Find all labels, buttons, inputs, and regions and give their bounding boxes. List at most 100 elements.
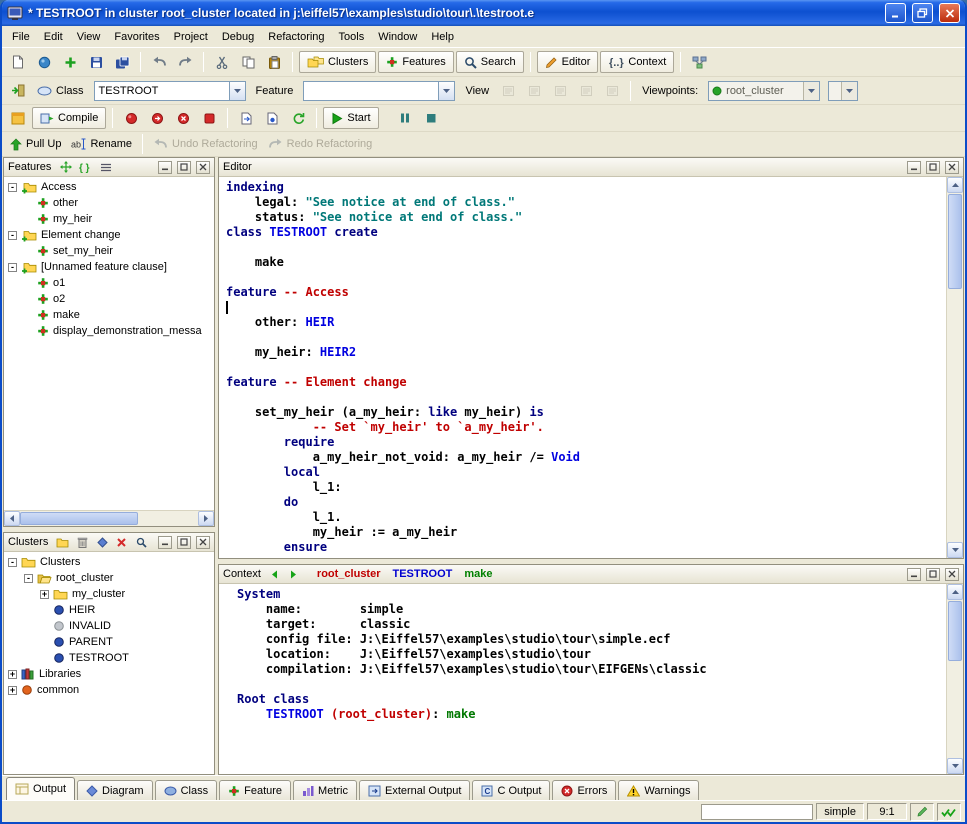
- editor-minimize-button[interactable]: [907, 161, 921, 174]
- project-settings-button[interactable]: [6, 107, 30, 129]
- tree-node-display-demonstration-messa[interactable]: display_demonstration_messa: [4, 323, 214, 339]
- tab-c-output[interactable]: CC Output: [472, 780, 550, 800]
- tab-metric[interactable]: Metric: [293, 780, 357, 800]
- clusters-remove-button[interactable]: [74, 535, 91, 550]
- context-code[interactable]: System name: simple target: classic conf…: [219, 584, 946, 774]
- viewpoints-extra-combo[interactable]: [828, 81, 858, 101]
- tab-warnings[interactable]: Warnings: [618, 780, 699, 800]
- freeze-button[interactable]: [145, 107, 169, 129]
- clusters-toggle-button[interactable]: Clusters: [299, 51, 376, 73]
- clusters-delete-button[interactable]: [114, 535, 131, 550]
- editable-indicator[interactable]: [910, 803, 934, 821]
- tab-class[interactable]: Class: [155, 780, 218, 800]
- clusters-properties-button[interactable]: [94, 535, 111, 550]
- scrollbar-thumb[interactable]: [948, 194, 962, 289]
- collapse-icon[interactable]: -: [24, 574, 33, 583]
- cut-button[interactable]: [210, 51, 234, 73]
- cancel-compilation-button[interactable]: [197, 107, 221, 129]
- copy-button[interactable]: [236, 51, 260, 73]
- clusters-add-button[interactable]: [54, 535, 71, 550]
- features-tree[interactable]: -Accessothermy_heir-Element changeset_my…: [4, 177, 214, 510]
- features-close-button[interactable]: [196, 161, 210, 174]
- tree-node-libraries[interactable]: +Libraries: [4, 666, 214, 682]
- clusters-search-button[interactable]: [133, 535, 150, 550]
- viewpoints-combo[interactable]: root_cluster: [708, 81, 820, 101]
- view-option-button-2[interactable]: [522, 80, 546, 102]
- save-all-button[interactable]: [110, 51, 134, 73]
- scroll-down-button[interactable]: [947, 542, 963, 558]
- collapse-icon[interactable]: -: [8, 263, 17, 272]
- scrollbar-track[interactable]: [947, 662, 963, 758]
- tree-node-clusters[interactable]: -Clusters: [4, 554, 214, 570]
- close-button[interactable]: [939, 3, 960, 23]
- diagram-tool-button[interactable]: [687, 51, 711, 73]
- context-panel-header[interactable]: Context root_clusterTESTROOTmake: [219, 565, 963, 584]
- context-forward-button[interactable]: [286, 567, 302, 582]
- editor-code[interactable]: indexing legal: "See notice at end of cl…: [219, 177, 946, 558]
- tree-node-element-change[interactable]: -Element change: [4, 227, 214, 243]
- scrollbar-track[interactable]: [138, 511, 198, 526]
- goto-c-output-button[interactable]: [260, 107, 284, 129]
- features-signature-button[interactable]: { }: [77, 160, 94, 175]
- viewpoints-extra-arrow[interactable]: [841, 82, 857, 100]
- scrollbar-thumb[interactable]: [948, 601, 962, 661]
- context-crumb-make[interactable]: make: [464, 568, 492, 580]
- menu-edit[interactable]: Edit: [37, 28, 70, 46]
- undo-refactoring-button[interactable]: Undo Refactoring: [149, 133, 262, 155]
- features-maximize-button[interactable]: [177, 161, 191, 174]
- scroll-down-button[interactable]: [947, 758, 963, 774]
- tree-node-make[interactable]: make: [4, 307, 214, 323]
- tree-node-testroot[interactable]: TESTROOT: [4, 650, 214, 666]
- menu-view[interactable]: View: [70, 28, 108, 46]
- scrollbar-track[interactable]: [947, 290, 963, 542]
- tab-feature[interactable]: Feature: [219, 780, 291, 800]
- tree-node-unnamed-feature-clause[interactable]: -[Unnamed feature clause]: [4, 259, 214, 275]
- menu-project[interactable]: Project: [167, 28, 215, 46]
- tab-diagram[interactable]: Diagram: [77, 780, 153, 800]
- features-minimize-button[interactable]: [158, 161, 172, 174]
- editor-vscrollbar[interactable]: [946, 177, 963, 558]
- pause-button[interactable]: [393, 107, 417, 129]
- tab-errors[interactable]: Errors: [552, 780, 616, 800]
- features-toggle-button[interactable]: Features: [378, 51, 453, 73]
- tree-node-access[interactable]: -Access: [4, 179, 214, 195]
- class-combo-arrow[interactable]: [229, 82, 245, 100]
- title-bar[interactable]: * TESTROOT in cluster root_cluster locat…: [2, 0, 965, 26]
- sync-indicator[interactable]: [937, 803, 961, 821]
- compile-button[interactable]: Compile: [32, 107, 106, 129]
- redo-button[interactable]: [173, 51, 197, 73]
- tree-node-root-cluster[interactable]: -root_cluster: [4, 570, 214, 586]
- features-hscrollbar[interactable]: [4, 510, 214, 526]
- menu-help[interactable]: Help: [424, 28, 461, 46]
- pull-up-button[interactable]: Pull Up: [6, 133, 65, 155]
- clusters-maximize-button[interactable]: [177, 536, 191, 549]
- finalize-button[interactable]: [171, 107, 195, 129]
- menu-refactoring[interactable]: Refactoring: [261, 28, 331, 46]
- menu-window[interactable]: Window: [371, 28, 424, 46]
- run-button[interactable]: Start: [323, 107, 378, 129]
- features-list-button[interactable]: [97, 160, 114, 175]
- context-close-button[interactable]: [945, 568, 959, 581]
- feature-combo[interactable]: [303, 81, 455, 101]
- expand-icon[interactable]: +: [40, 590, 49, 599]
- minimize-button[interactable]: [885, 3, 906, 23]
- tree-node-set-my-heir[interactable]: set_my_heir: [4, 243, 214, 259]
- rename-button[interactable]: abRename: [67, 133, 136, 155]
- expand-icon[interactable]: +: [8, 670, 17, 679]
- tree-node-parent[interactable]: PARENT: [4, 634, 214, 650]
- clusters-tree[interactable]: -Clusters-root_cluster+my_clusterHEIRINV…: [4, 552, 214, 774]
- view-option-button-4[interactable]: [574, 80, 598, 102]
- undo-button[interactable]: [147, 51, 171, 73]
- scroll-up-button[interactable]: [947, 177, 963, 193]
- paste-button[interactable]: [262, 51, 286, 73]
- context-crumb-root_cluster[interactable]: root_cluster: [317, 568, 381, 580]
- open-project-button[interactable]: [32, 51, 56, 73]
- save-button[interactable]: [84, 51, 108, 73]
- redo-refactoring-button[interactable]: Redo Refactoring: [264, 133, 377, 155]
- context-minimize-button[interactable]: [907, 568, 921, 581]
- menu-file[interactable]: File: [5, 28, 37, 46]
- collapse-icon[interactable]: -: [8, 183, 17, 192]
- menu-debug[interactable]: Debug: [215, 28, 261, 46]
- goto-output-button[interactable]: [234, 107, 258, 129]
- context-toggle-button[interactable]: {..}Context: [600, 51, 674, 73]
